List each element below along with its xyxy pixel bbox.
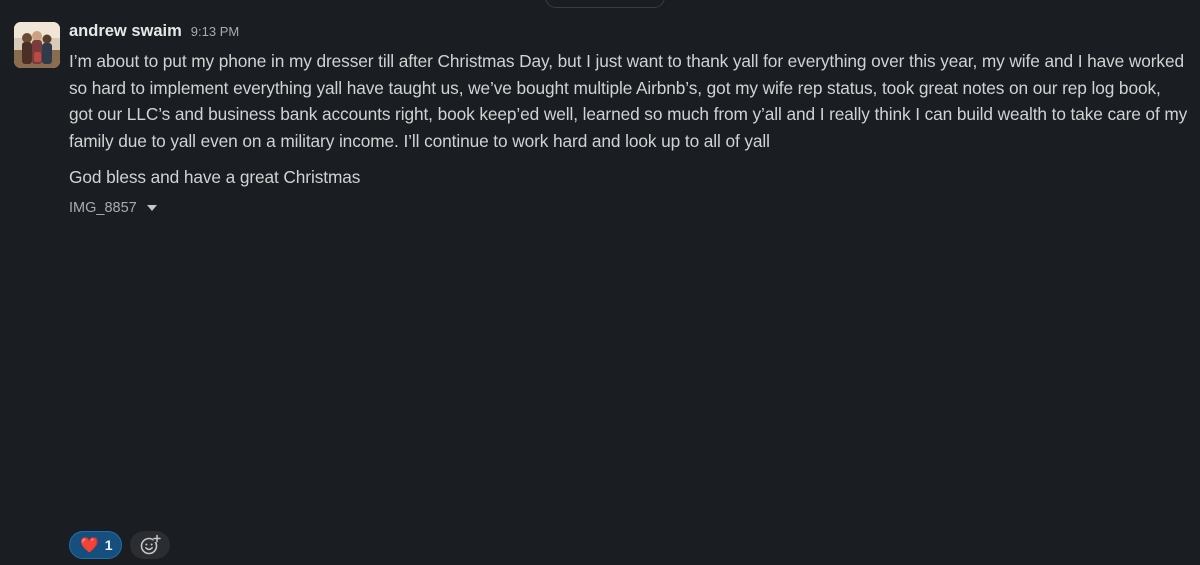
- add-reaction-icon: [141, 534, 162, 555]
- reaction-count: 1: [104, 537, 113, 553]
- message-paragraph: I’m about to put my phone in my dresser …: [69, 51, 1188, 151]
- message-header: andrew swaim 9:13 PM: [69, 22, 1189, 44]
- message-timestamp[interactable]: 9:13 PM: [191, 24, 239, 39]
- message-pane: andrew swaim 9:13 PM I’m about to put my…: [0, 0, 1200, 565]
- avatar[interactable]: [14, 22, 60, 68]
- reactions-bar: ❤️ 1: [69, 531, 171, 559]
- reaction-heart-button[interactable]: ❤️ 1: [69, 531, 123, 559]
- attachment-toggle[interactable]: IMG_8857: [69, 200, 1189, 216]
- add-reaction-button[interactable]: [130, 531, 171, 559]
- message-content: andrew swaim 9:13 PM I’m about to put my…: [69, 22, 1189, 216]
- date-divider-pill[interactable]: [545, 0, 665, 8]
- attachment-name: IMG_8857: [69, 199, 137, 216]
- caret-down-icon: [146, 204, 157, 211]
- avatar-photo: [14, 22, 60, 68]
- message-paragraph: God bless and have a great Christmas: [69, 167, 361, 187]
- heart-icon: ❤️: [80, 536, 99, 554]
- sender-name[interactable]: andrew swaim: [69, 22, 182, 41]
